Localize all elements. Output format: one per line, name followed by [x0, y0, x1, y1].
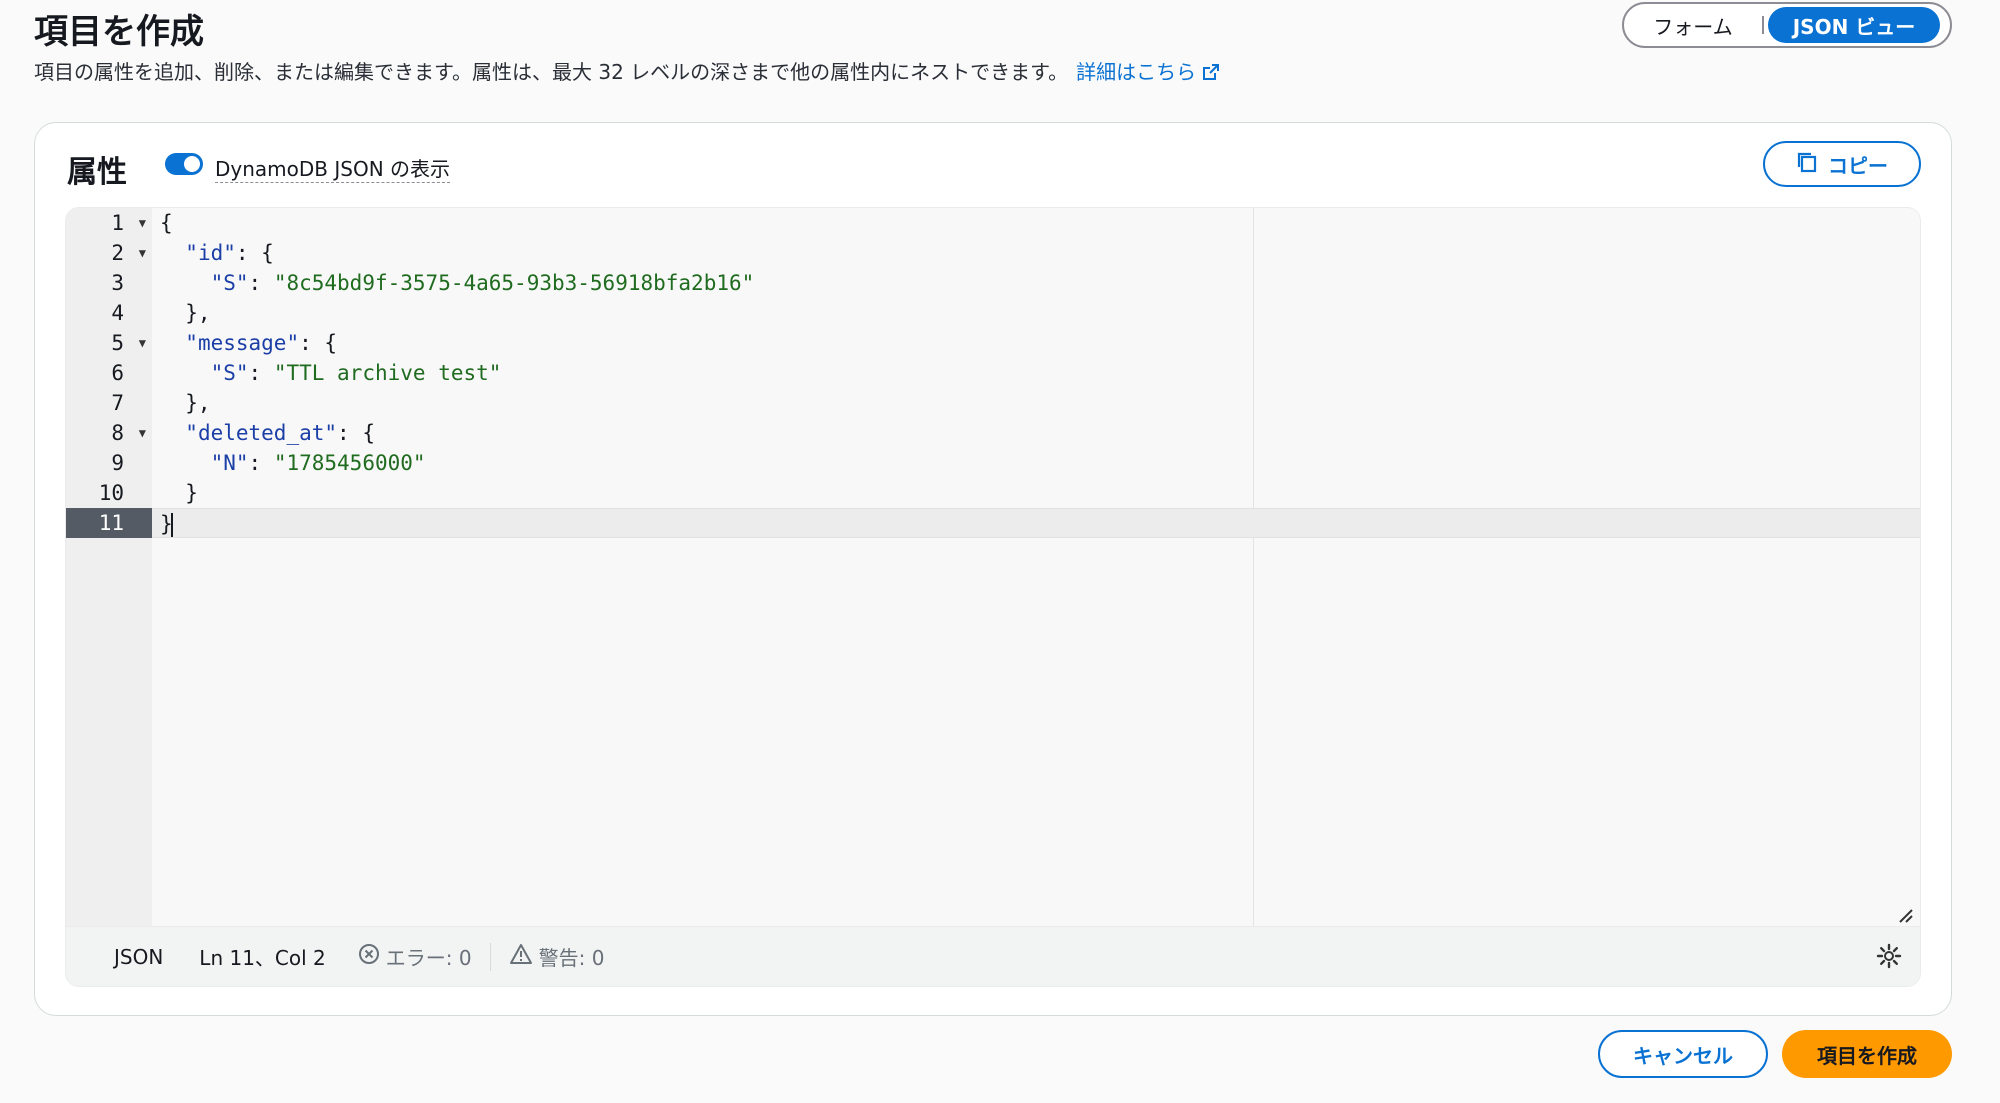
line-number: 2 ▼: [66, 238, 152, 268]
code-line[interactable]: 2 ▼ "id": {: [66, 238, 1920, 268]
dynamodb-json-toggle[interactable]: [165, 153, 203, 175]
learn-more-label: 詳細はこちら: [1076, 60, 1197, 84]
view-mode-toggle: フォーム JSON ビュー: [1622, 2, 1952, 48]
code-text[interactable]: "id": {: [152, 238, 274, 268]
json-editor[interactable]: 1 ▼{2 ▼ "id": {3 "S": "8c54bd9f-3575-4a65-…: [65, 207, 1921, 987]
toggle-knob: [184, 156, 200, 172]
toggle-divider: [1762, 16, 1764, 34]
line-number-label: 11: [98, 511, 124, 535]
status-cursor-position: Ln 11、Col 2: [199, 946, 326, 970]
code-line[interactable]: 9 "N": "1785456000": [66, 448, 1920, 478]
create-item-button[interactable]: 項目を作成: [1782, 1030, 1952, 1078]
code-line[interactable]: 5 ▼ "message": {: [66, 328, 1920, 358]
copy-icon: [1796, 151, 1818, 178]
code-text[interactable]: {: [152, 208, 173, 238]
code-text[interactable]: }: [152, 478, 198, 508]
code-text[interactable]: "message": {: [152, 328, 337, 358]
status-warnings[interactable]: 警告: 0: [509, 942, 605, 971]
page-description: 項目の属性を追加、削除、または編集できます。属性は、最大 32 レベルの深さまで…: [34, 56, 1220, 86]
line-number: 7: [66, 388, 152, 418]
line-number-label: 1: [111, 211, 124, 235]
code-text[interactable]: }: [152, 508, 1920, 538]
line-number-label: 2: [111, 241, 124, 265]
line-number: 8 ▼: [66, 418, 152, 448]
line-number: 5 ▼: [66, 328, 152, 358]
status-warnings-label: 警告: 0: [538, 946, 605, 970]
dynamodb-json-toggle-label[interactable]: DynamoDB JSON の表示: [215, 153, 451, 183]
fold-arrow-icon[interactable]: ▼: [139, 418, 146, 448]
form-view-option[interactable]: フォーム: [1628, 7, 1758, 43]
code-text[interactable]: "N": "1785456000": [152, 448, 426, 478]
line-number-label: 7: [111, 391, 124, 415]
code-line[interactable]: 6 "S": "TTL archive test": [66, 358, 1920, 388]
text-cursor: [170, 513, 173, 537]
json-view-option[interactable]: JSON ビュー: [1768, 7, 1940, 43]
code-text[interactable]: },: [152, 298, 210, 328]
code-text[interactable]: "deleted_at": {: [152, 418, 375, 448]
line-number-label: 3: [111, 271, 124, 295]
attributes-container: 属性 DynamoDB JSON の表示 コピー 1 ▼{2 ▼ "id": {3 …: [34, 122, 1952, 1016]
line-number: 6: [66, 358, 152, 388]
status-errors[interactable]: エラー: 0: [358, 942, 472, 971]
code-text[interactable]: "S": "8c54bd9f-3575-4a65-93b3-56918bfa2b…: [152, 268, 755, 298]
line-number-label: 10: [98, 481, 124, 505]
line-number: 10: [66, 478, 152, 508]
cancel-button[interactable]: キャンセル: [1598, 1030, 1768, 1078]
code-text[interactable]: },: [152, 388, 210, 418]
fold-arrow-icon[interactable]: ▼: [139, 328, 146, 358]
status-errors-label: エラー: 0: [385, 946, 472, 970]
gear-icon[interactable]: [1876, 943, 1902, 974]
code-line[interactable]: 1 ▼{: [66, 208, 1920, 238]
line-number-label: 6: [111, 361, 124, 385]
copy-button[interactable]: コピー: [1763, 141, 1921, 187]
line-number: 1 ▼: [66, 208, 152, 238]
status-language: JSON: [114, 944, 164, 969]
description-text: 項目の属性を追加、削除、または編集できます。属性は、最大 32 レベルの深さまで…: [34, 60, 1069, 84]
fold-arrow-icon[interactable]: ▼: [139, 208, 146, 238]
code-line[interactable]: 11}: [66, 508, 1920, 538]
code-line[interactable]: 3 "S": "8c54bd9f-3575-4a65-93b3-56918bfa…: [66, 268, 1920, 298]
line-number-label: 4: [111, 301, 124, 325]
error-circle-icon: [358, 943, 380, 970]
code-line[interactable]: 4 },: [66, 298, 1920, 328]
page-title: 項目を作成: [34, 12, 204, 52]
warning-triangle-icon: [509, 943, 533, 970]
learn-more-link[interactable]: 詳細はこちら: [1076, 60, 1220, 84]
line-number: 3: [66, 268, 152, 298]
code-line[interactable]: 7 },: [66, 388, 1920, 418]
status-divider: [489, 942, 491, 971]
fold-arrow-icon[interactable]: ▼: [139, 238, 146, 268]
editor-status-bar: JSON Ln 11、Col 2 エラー: 0 警告: 0: [66, 926, 1920, 986]
line-number: 4: [66, 298, 152, 328]
code-line[interactable]: 10 }: [66, 478, 1920, 508]
line-number-label: 5: [111, 331, 124, 355]
copy-label: コピー: [1828, 153, 1888, 178]
external-link-icon: [1202, 62, 1220, 86]
line-number: 11: [66, 508, 152, 538]
line-number-label: 9: [111, 451, 124, 475]
code-lines: 1 ▼{2 ▼ "id": {3 "S": "8c54bd9f-3575-4a65-…: [66, 208, 1920, 538]
line-number-label: 8: [111, 421, 124, 445]
attributes-heading: 属性: [67, 155, 127, 190]
code-line[interactable]: 8 ▼ "deleted_at": {: [66, 418, 1920, 448]
line-number: 9: [66, 448, 152, 478]
code-text[interactable]: "S": "TTL archive test": [152, 358, 502, 388]
